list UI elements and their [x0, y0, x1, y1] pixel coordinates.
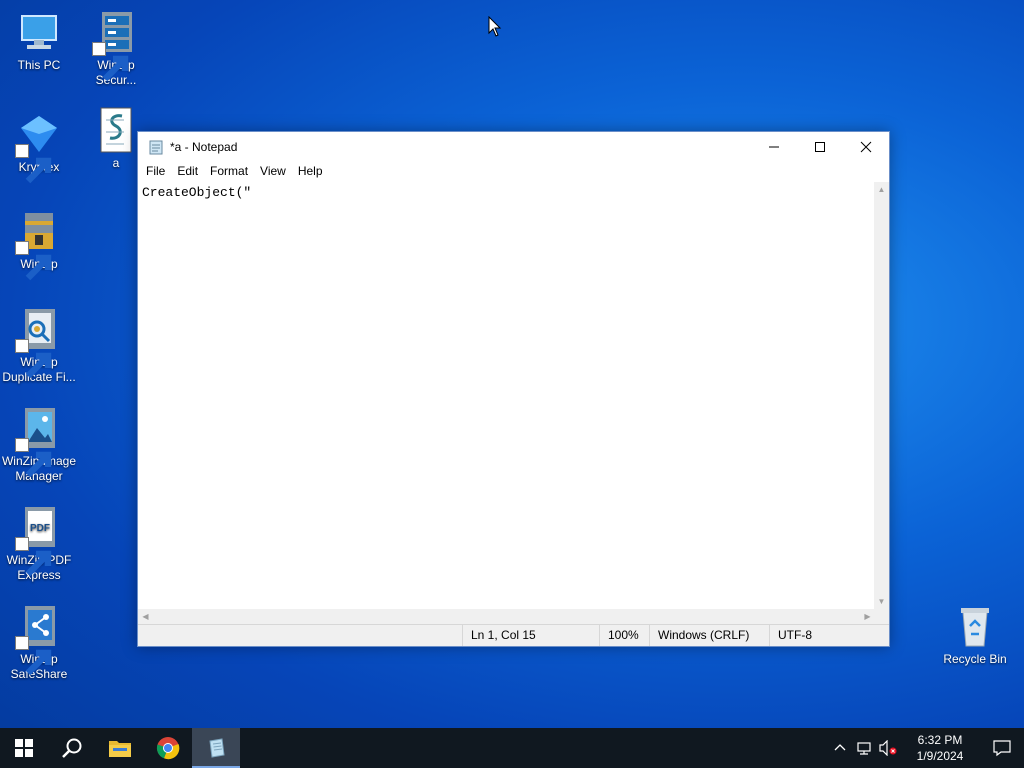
- mouse-cursor-icon: [488, 16, 502, 37]
- start-button[interactable]: [0, 728, 48, 768]
- status-position: Ln 1, Col 15: [462, 625, 600, 646]
- desktop-icon-this-pc[interactable]: This PC: [1, 8, 77, 73]
- taskbar-clock[interactable]: 6:32 PM 1/9/2024: [900, 732, 980, 764]
- shortcut-arrow-icon: [15, 636, 52, 676]
- desktop-icon-winzip[interactable]: WinZip: [1, 207, 77, 281]
- menu-file[interactable]: File: [140, 161, 171, 182]
- desktop-icon-winzip-image[interactable]: WinZip Image Manager: [1, 404, 77, 484]
- desktop-icon-label: This PC: [17, 58, 61, 72]
- desktop-icon-kryptex[interactable]: Kryptex: [1, 110, 77, 184]
- winzip-image-icon: [15, 404, 63, 478]
- horizontal-scrollbar[interactable]: ◀ ▶: [138, 609, 875, 624]
- status-encoding: UTF-8: [769, 625, 889, 646]
- taskbar-notepad[interactable]: [192, 728, 240, 768]
- notification-icon: [993, 740, 1011, 757]
- taskbar-chrome[interactable]: [144, 728, 192, 768]
- chevron-up-icon: [834, 744, 846, 751]
- menu-bar: File Edit Format View Help: [138, 161, 889, 182]
- taskbar-file-explorer[interactable]: [96, 728, 144, 768]
- script-file-icon: [92, 106, 140, 154]
- clock-date: 1/9/2024: [916, 749, 964, 763]
- menu-format[interactable]: Format: [204, 161, 254, 182]
- shortcut-arrow-icon: [92, 42, 129, 82]
- desktop-icon-label: Recycle Bin: [943, 652, 1007, 666]
- minimize-button[interactable]: [751, 132, 797, 161]
- minimize-icon: [769, 146, 779, 147]
- taskbar: 6:32 PM 1/9/2024: [0, 728, 1024, 768]
- status-bar: Ln 1, Col 15 100% Windows (CRLF) UTF-8: [138, 624, 889, 646]
- show-hidden-icons-button[interactable]: [828, 728, 852, 768]
- winzip-pdf-icon: PDF: [15, 503, 63, 577]
- winzip-duplicate-icon: [15, 305, 63, 379]
- winzip-secure-icon: [92, 8, 140, 82]
- kryptex-icon: [15, 110, 63, 184]
- title-bar[interactable]: *a - Notepad: [138, 132, 889, 161]
- scroll-left-icon[interactable]: ◀: [138, 609, 153, 624]
- system-tray: 6:32 PM 1/9/2024: [828, 728, 1024, 768]
- desktop-icon-recycle-bin[interactable]: Recycle Bin: [937, 602, 1013, 667]
- computer-icon: [15, 8, 63, 56]
- search-button[interactable]: [48, 728, 96, 768]
- chrome-icon: [156, 737, 180, 760]
- shortcut-arrow-icon: [15, 144, 52, 184]
- notepad-window[interactable]: *a - Notepad File Edit Format View Help …: [137, 131, 890, 647]
- desktop-icon-winzip-pdf[interactable]: PDF WinZip PDF Express: [1, 503, 77, 583]
- folder-icon: [109, 741, 131, 757]
- menu-edit[interactable]: Edit: [171, 161, 204, 182]
- pdf-text: PDF: [30, 523, 50, 534]
- winzip-icon: [15, 207, 63, 281]
- scroll-right-icon[interactable]: ▶: [860, 609, 875, 624]
- winzip-safeshare-icon: [15, 602, 63, 676]
- desktop-icon-winzip-duplicate[interactable]: WinZip Duplicate Fi...: [1, 305, 77, 385]
- volume-muted-icon: [879, 740, 897, 756]
- search-icon: [62, 738, 82, 758]
- notepad-icon: [209, 738, 225, 758]
- network-icon: [857, 742, 871, 755]
- clock-time: 6:32 PM: [917, 733, 963, 747]
- status-zoom: 100%: [599, 625, 649, 646]
- status-line-ending: Windows (CRLF): [649, 625, 769, 646]
- window-title: *a - Notepad: [170, 139, 238, 154]
- shortcut-arrow-icon: [15, 339, 52, 379]
- notepad-icon: [148, 139, 164, 155]
- maximize-icon: [815, 141, 825, 152]
- windows-logo-icon: [15, 739, 33, 757]
- vertical-scrollbar[interactable]: ▲ ▼: [874, 182, 889, 609]
- close-button[interactable]: [843, 132, 889, 161]
- scroll-up-icon[interactable]: ▲: [874, 182, 889, 197]
- menu-view[interactable]: View: [254, 161, 292, 182]
- maximize-button[interactable]: [797, 132, 843, 161]
- desktop-icon-winzip-safeshare[interactable]: WinZip SafeShare: [1, 602, 77, 682]
- shortcut-arrow-icon: [15, 241, 52, 281]
- recycle-bin-icon: [951, 602, 999, 650]
- shortcut-arrow-icon: [15, 537, 52, 577]
- text-editor[interactable]: CreateObject(": [138, 182, 875, 609]
- menu-help[interactable]: Help: [292, 161, 329, 182]
- volume-button[interactable]: [876, 728, 900, 768]
- desktop-icon-winzip-secure[interactable]: WinZip Secur...: [78, 8, 154, 88]
- shortcut-arrow-icon: [15, 438, 52, 478]
- scroll-down-icon[interactable]: ▼: [874, 594, 889, 609]
- action-center-button[interactable]: [980, 728, 1024, 768]
- scrollbar-corner: [874, 609, 889, 624]
- close-icon: [860, 141, 872, 152]
- network-button[interactable]: [852, 728, 876, 768]
